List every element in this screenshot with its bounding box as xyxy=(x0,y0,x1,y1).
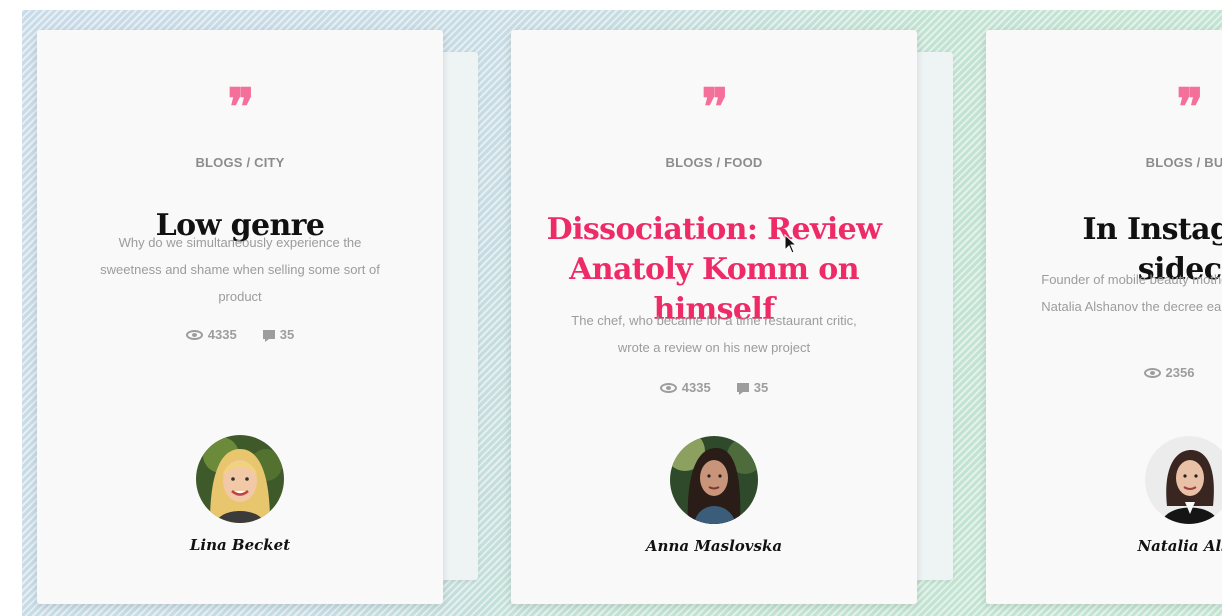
views-count: 2356 xyxy=(1165,365,1195,380)
blog-excerpt: Why do we simultaneously experience the … xyxy=(100,235,380,304)
blog-category[interactable]: BLOGS / BUS xyxy=(986,155,1222,170)
eye-icon xyxy=(185,329,203,340)
avatar[interactable] xyxy=(1145,436,1222,524)
author-name[interactable]: Anna Maslovska xyxy=(511,537,917,555)
blog-category[interactable]: BLOGS / CITY xyxy=(37,155,443,170)
views-count: 4335 xyxy=(681,380,711,395)
blog-stats: 2356 xyxy=(986,365,1222,380)
blog-category[interactable]: BLOGS / FOOD xyxy=(511,155,917,170)
quote-icon: ❞ xyxy=(1176,77,1204,136)
avatar[interactable] xyxy=(196,435,284,523)
blog-excerpt: Founder of mobile beauty mother Natalia … xyxy=(1041,272,1222,314)
eye-icon xyxy=(659,382,677,393)
avatar[interactable] xyxy=(670,436,758,524)
author-name[interactable]: Natalia Alsh xyxy=(986,537,1222,555)
comments-count: 35 xyxy=(279,327,295,342)
views-stat: 4335 xyxy=(659,380,711,395)
blog-stats: 4335 35 xyxy=(511,380,917,395)
blog-card[interactable]: ❞ BLOGS / BUS In Instagram sideca Founde… xyxy=(986,30,1222,604)
blog-card[interactable]: ❞ BLOGS / FOOD Dissociation: Review Anat… xyxy=(511,30,917,604)
comments-stat: 35 xyxy=(262,327,295,342)
blog-excerpt: The chef, who became for a time restaura… xyxy=(571,313,857,355)
blog-card[interactable]: ❞ BLOGS / CITY Low genre Why do we simul… xyxy=(37,30,443,604)
comment-icon xyxy=(262,330,275,342)
comments-stat: 35 xyxy=(736,380,769,395)
comment-icon xyxy=(736,383,749,395)
author-name[interactable]: Lina Becket xyxy=(37,536,443,554)
quote-icon: ❞ xyxy=(701,77,729,136)
views-stat: 2356 xyxy=(1143,365,1195,380)
views-count: 4335 xyxy=(207,327,237,342)
comments-count: 35 xyxy=(753,380,769,395)
views-stat: 4335 xyxy=(185,327,237,342)
quote-icon: ❞ xyxy=(227,77,255,136)
eye-icon xyxy=(1143,367,1161,378)
blog-stats: 4335 35 xyxy=(37,327,443,342)
cursor-icon xyxy=(784,233,798,259)
